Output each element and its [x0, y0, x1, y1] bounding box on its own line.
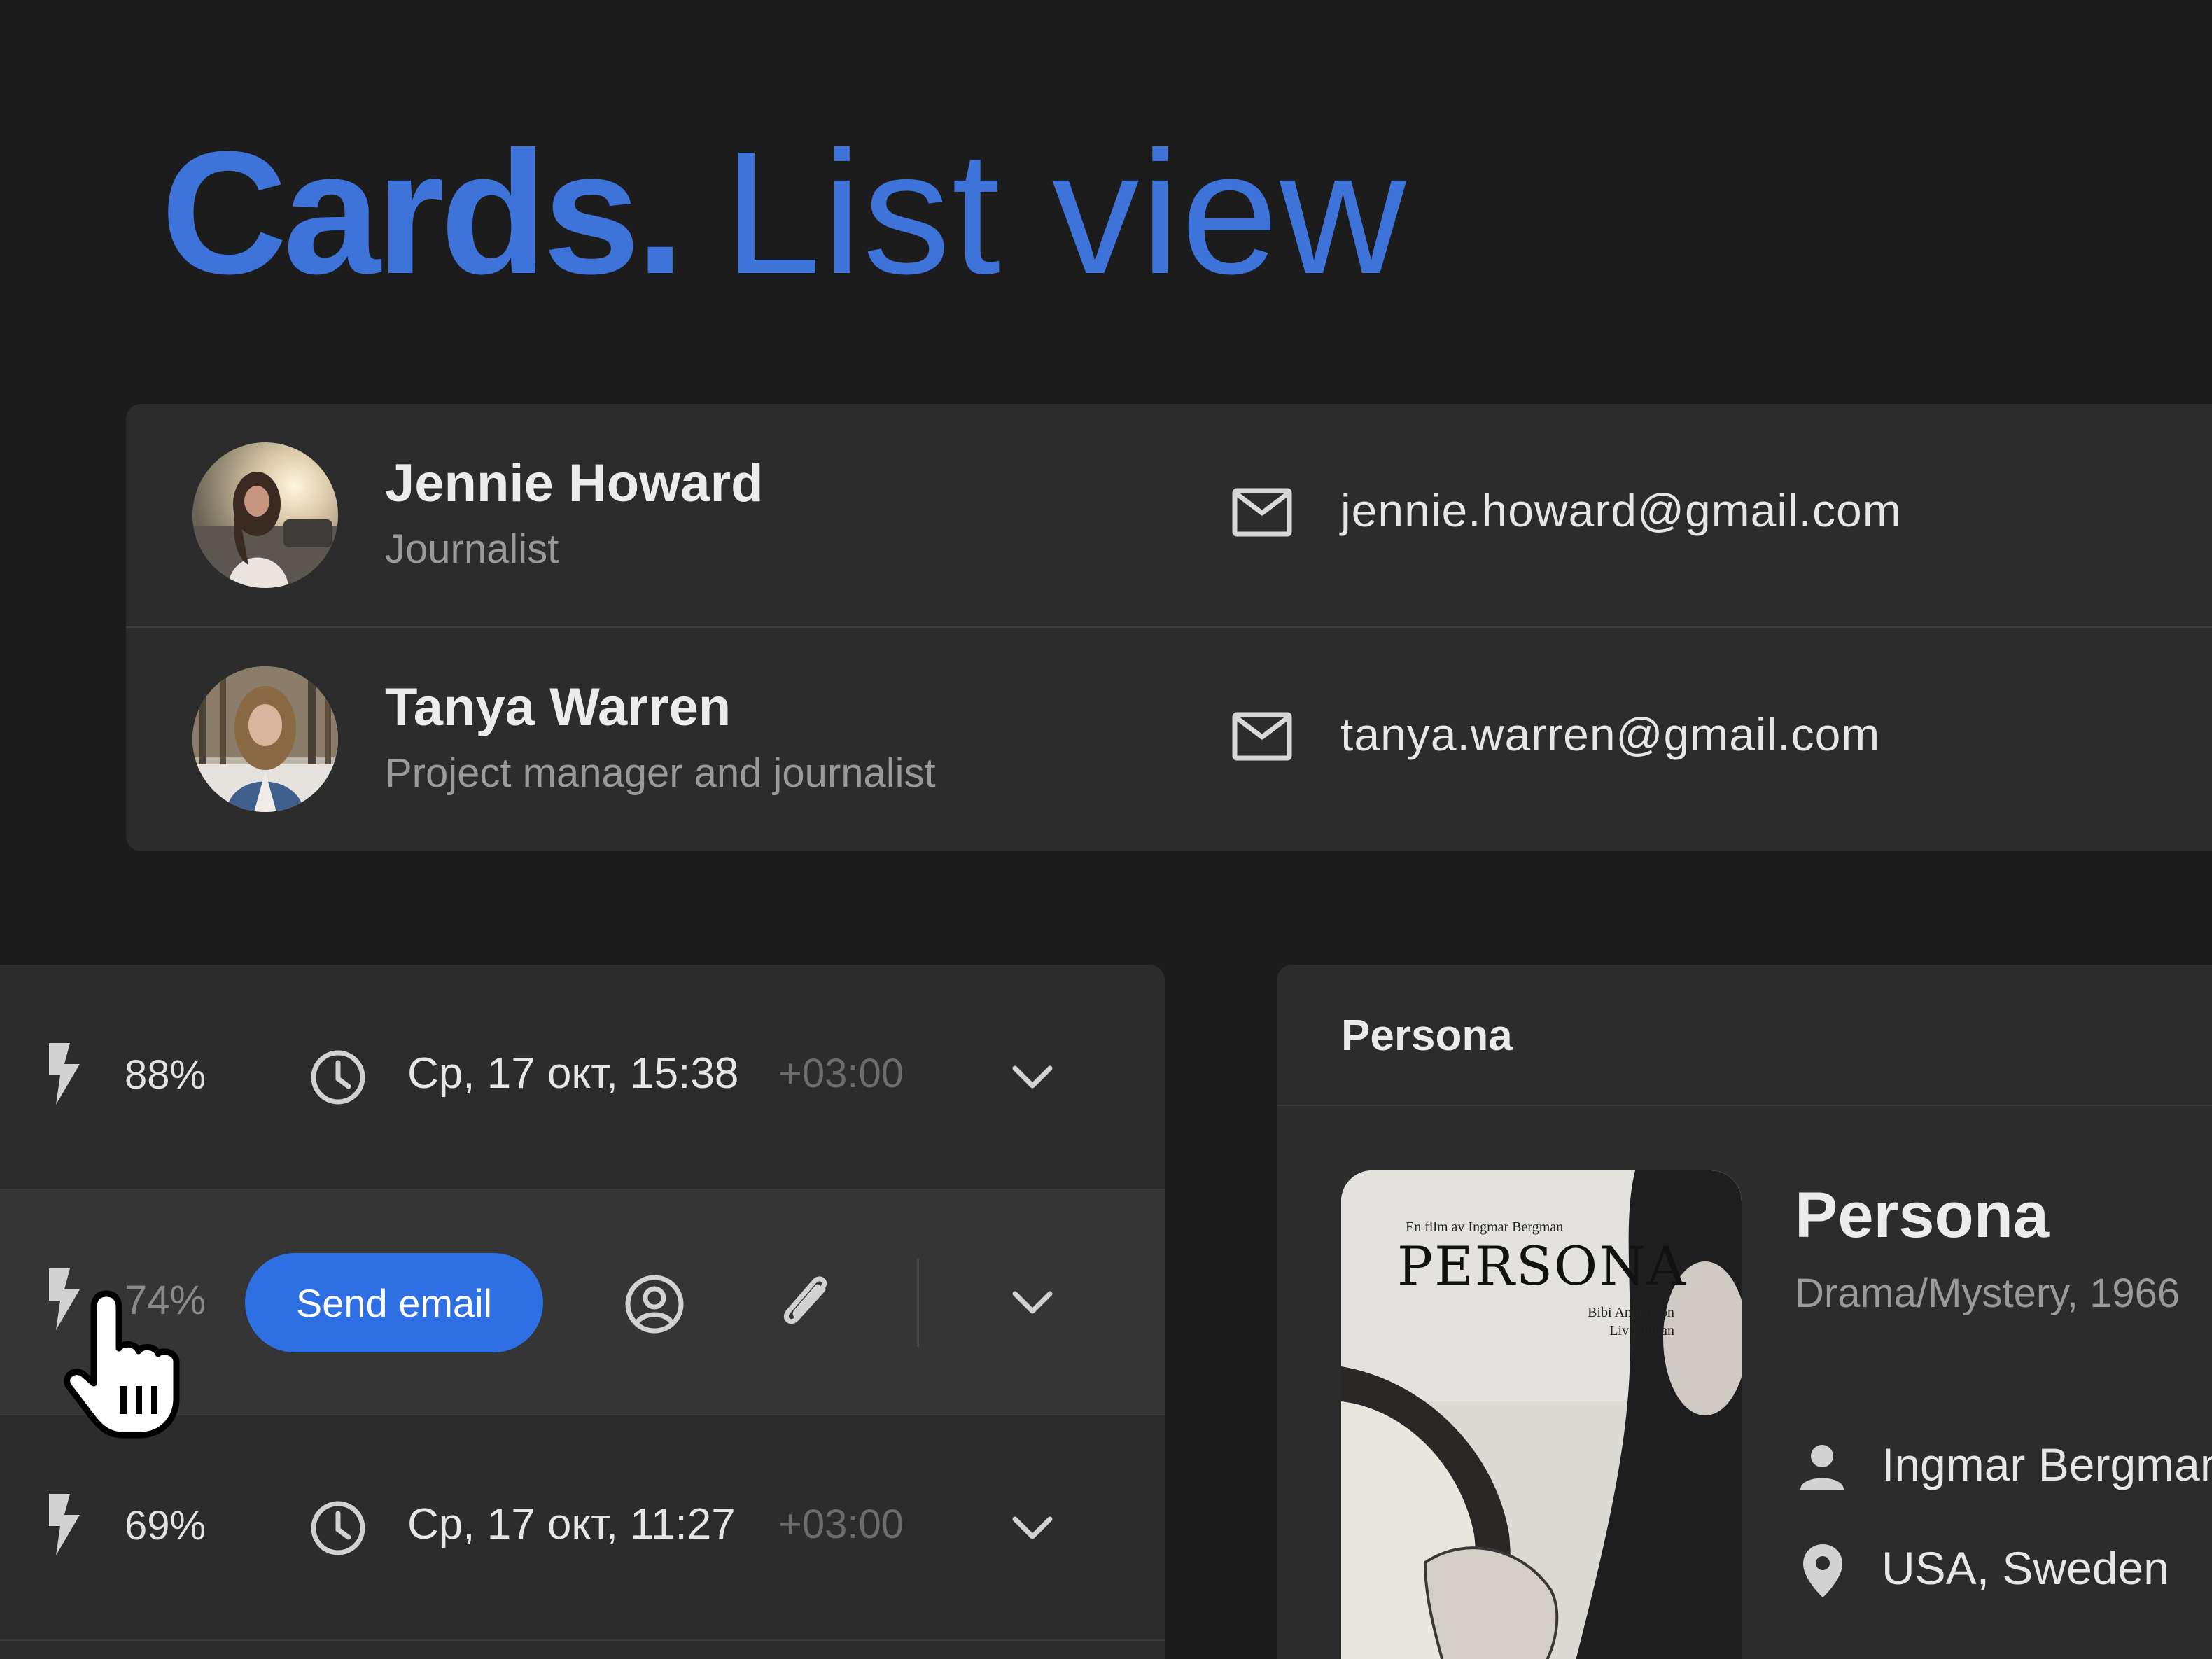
movie-genre-year: Drama/Mystery, 1966 [1795, 1270, 2180, 1316]
chevron-down-icon[interactable] [1008, 1056, 1057, 1098]
clock-icon [311, 1050, 365, 1105]
title-bold: Cards. [161, 115, 685, 310]
title-light: List view [724, 115, 1408, 310]
poster-cast: Bibi Andersson Liv Ullman [1588, 1303, 1674, 1340]
movie-card-header-title: Persona [1341, 1011, 1513, 1060]
divider [917, 1259, 919, 1347]
bolt-icon [49, 1494, 80, 1555]
contact-email[interactable]: jennie.howard@gmail.com [1340, 484, 1902, 537]
account-circle-icon[interactable] [623, 1273, 686, 1336]
task-row[interactable]: 69% Ср, 17 окт, 11:27 +03:00 [0, 1415, 1165, 1641]
contact-name: Tanya Warren [385, 678, 732, 737]
send-email-button[interactable]: Send email [245, 1253, 543, 1352]
chevron-down-icon[interactable] [1008, 1506, 1057, 1548]
contact-role: Project manager and journalist [385, 750, 936, 796]
movie-card-header: Persona [1277, 965, 2212, 1106]
page-title: Cards. List view [161, 112, 1408, 310]
clock-icon [311, 1501, 365, 1555]
contacts-card: Jennie Howard Journalist jennie.howard@g… [126, 404, 2212, 851]
mail-icon[interactable] [1232, 488, 1292, 537]
movie-director: Ingmar Bergman [1882, 1438, 2212, 1490]
timezone: +03:00 [778, 1502, 904, 1547]
contact-row[interactable]: Jennie Howard Journalist jennie.howard@g… [126, 404, 2212, 628]
timezone: +03:00 [778, 1051, 904, 1096]
movie-countries: USA, Sweden [1882, 1542, 2169, 1594]
movie-title: Persona [1795, 1180, 2050, 1251]
task-row[interactable]: 88% Ср, 17 окт, 15:38 +03:00 [0, 965, 1165, 1190]
chevron-down-icon[interactable] [1008, 1281, 1057, 1323]
movie-card: Persona En film av Ingmar Bergman PERSON… [1277, 965, 2212, 1659]
poster-title: PERSONA [1397, 1235, 1687, 1297]
hand-cursor-icon [64, 1290, 180, 1438]
avatar [192, 442, 338, 588]
battery-percent: 69% [125, 1503, 206, 1548]
poster-cast-name: Bibi Andersson [1588, 1305, 1674, 1320]
movie-poster[interactable]: En film av Ingmar Bergman PERSONA Bibi A… [1341, 1170, 1742, 1659]
contact-name: Jennie Howard [385, 454, 764, 513]
bolt-icon [49, 1043, 80, 1105]
poster-cast-name: Liv Ullman [1609, 1323, 1674, 1338]
contact-role: Journalist [385, 526, 559, 572]
datetime: Ср, 17 окт, 11:27 [407, 1500, 736, 1548]
datetime: Ср, 17 окт, 15:38 [407, 1049, 739, 1098]
contact-row[interactable]: Tanya Warren Project manager and journal… [126, 628, 2212, 850]
location-pin-icon [1803, 1544, 1842, 1597]
battery-percent: 88% [125, 1052, 206, 1098]
poster-tagline: En film av Ingmar Bergman [1406, 1219, 1564, 1235]
avatar [192, 666, 338, 812]
paperclip-icon[interactable] [774, 1268, 837, 1338]
mail-icon[interactable] [1232, 712, 1292, 761]
person-icon [1800, 1445, 1844, 1490]
contact-email[interactable]: tanya.warren@gmail.com [1340, 708, 1880, 761]
